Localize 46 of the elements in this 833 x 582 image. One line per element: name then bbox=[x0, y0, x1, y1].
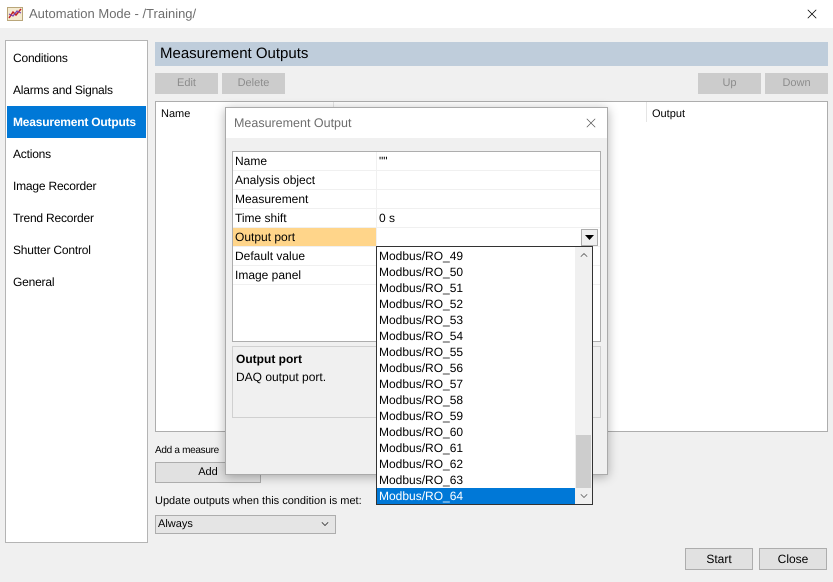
sidebar-item[interactable]: Actions bbox=[7, 138, 146, 170]
chart-icon bbox=[7, 7, 23, 21]
dropdown-option[interactable]: Modbus/RO_64 bbox=[377, 488, 575, 504]
property-name[interactable]: Analysis object bbox=[233, 171, 377, 189]
dropdown-option[interactable]: Modbus/RO_60 bbox=[377, 424, 575, 440]
caret-icon bbox=[585, 234, 594, 240]
property-name[interactable]: Output port bbox=[233, 228, 377, 246]
dropdown-option[interactable]: Modbus/RO_61 bbox=[377, 440, 575, 456]
scrollbar[interactable] bbox=[575, 247, 592, 504]
dropdown-option[interactable]: Modbus/RO_49 bbox=[377, 248, 575, 264]
sidebar-item[interactable]: General bbox=[7, 266, 146, 298]
dropdown-option[interactable]: Modbus/RO_63 bbox=[377, 472, 575, 488]
property-name[interactable]: Name bbox=[233, 152, 377, 170]
column-header: Output bbox=[651, 107, 686, 122]
dropdown-option[interactable]: Modbus/RO_55 bbox=[377, 344, 575, 360]
sidebar-item[interactable]: Conditions bbox=[7, 42, 146, 74]
property-value[interactable]: "" bbox=[379, 152, 388, 170]
dropdown-button[interactable] bbox=[581, 228, 598, 246]
description-title: Output port bbox=[236, 351, 302, 368]
window-title: Automation Mode - /Training/ bbox=[29, 5, 196, 24]
footer-button[interactable]: Start bbox=[685, 548, 753, 570]
dropdown-option[interactable]: Modbus/RO_58 bbox=[377, 392, 575, 408]
scroll-thumb[interactable] bbox=[576, 435, 591, 488]
footer-button[interactable]: Close bbox=[759, 548, 827, 570]
condition-select[interactable]: Always bbox=[155, 514, 336, 534]
dropdown-option[interactable]: Modbus/RO_52 bbox=[377, 296, 575, 312]
description-text: DAQ output port. bbox=[236, 369, 326, 386]
sidebar-item[interactable]: Alarms and Signals bbox=[7, 74, 146, 106]
dropdown-option[interactable]: Modbus/RO_59 bbox=[377, 408, 575, 424]
dropdown-option[interactable]: Modbus/RO_57 bbox=[377, 376, 575, 392]
update-label: Update outputs when this condition is met: bbox=[155, 494, 362, 509]
sidebar-item[interactable]: Trend Recorder bbox=[7, 202, 146, 234]
property-value[interactable]: 0 s bbox=[379, 209, 396, 227]
panel-header: Measurement Outputs bbox=[155, 42, 828, 66]
add-label: Add a measure bbox=[155, 444, 219, 458]
dropdown-option[interactable]: Modbus/RO_51 bbox=[377, 280, 575, 296]
dropdown-option[interactable]: Modbus/RO_50 bbox=[377, 264, 575, 280]
property-name[interactable]: Time shift bbox=[233, 209, 377, 227]
dropdown-option[interactable]: Modbus/RO_53 bbox=[377, 312, 575, 328]
dropdown-option[interactable]: Modbus/RO_56 bbox=[377, 360, 575, 376]
sidebar-item[interactable]: Measurement Outputs bbox=[7, 106, 146, 138]
property-name[interactable]: Measurement bbox=[233, 190, 377, 208]
sidebar-item[interactable]: Shutter Control bbox=[7, 234, 146, 266]
dropdown-option[interactable]: Modbus/RO_54 bbox=[377, 328, 575, 344]
dropdown-option[interactable]: Modbus/RO_62 bbox=[377, 456, 575, 472]
sidebar-item[interactable]: Image Recorder bbox=[7, 170, 146, 202]
